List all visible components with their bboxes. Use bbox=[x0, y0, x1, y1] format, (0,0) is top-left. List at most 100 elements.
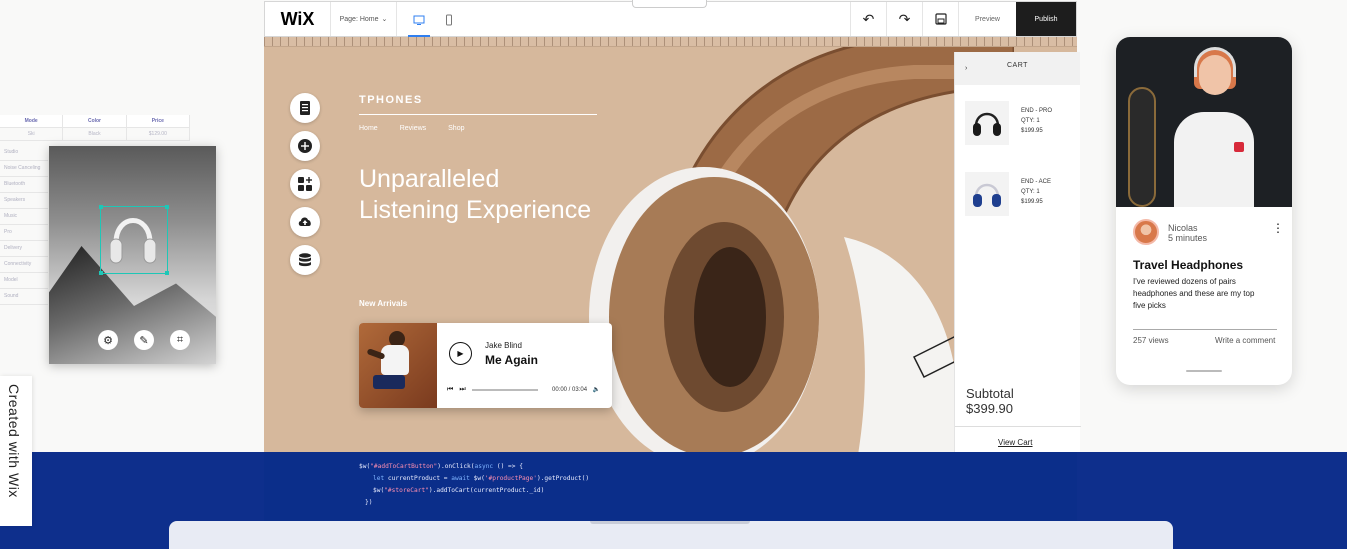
selection-handle[interactable] bbox=[99, 271, 103, 275]
upload-button[interactable] bbox=[290, 207, 320, 237]
crop-icon[interactable]: ⌗ bbox=[170, 330, 190, 350]
previous-icon[interactable]: ⏮ bbox=[447, 386, 453, 394]
person-shirt bbox=[1174, 112, 1254, 207]
spec-side-item: Pro bbox=[0, 225, 48, 241]
write-comment-link[interactable]: Write a comment bbox=[1215, 336, 1275, 345]
code-token: currentProduct = bbox=[384, 475, 452, 482]
spec-side-item: Sound bbox=[0, 289, 48, 305]
spec-side-item: Model bbox=[0, 273, 48, 289]
artist-name: Jake Blind bbox=[485, 341, 522, 350]
spec-header-cell: Mode bbox=[0, 115, 64, 127]
large-headphones-image bbox=[589, 47, 1014, 452]
spec-table: Mode Color Price Ski Black $129.00 bbox=[0, 115, 190, 141]
database-button[interactable] bbox=[290, 245, 320, 275]
desktop-view-icon[interactable] bbox=[408, 13, 430, 37]
view-cart-link[interactable]: View Cart bbox=[998, 438, 1033, 447]
selection-handle[interactable] bbox=[165, 271, 169, 275]
gear-icon[interactable]: ⚙ bbox=[98, 330, 118, 350]
more-options-icon[interactable]: ⋮ bbox=[1272, 221, 1284, 235]
undo-icon: ↶ bbox=[862, 10, 875, 27]
publish-button[interactable]: Publish bbox=[1016, 2, 1076, 36]
undo-button[interactable]: ↶ bbox=[850, 2, 886, 36]
runner-shorts bbox=[373, 375, 405, 389]
created-with-wix-tab[interactable]: Created with Wix bbox=[0, 376, 32, 526]
cart-header: › CART bbox=[955, 52, 1080, 85]
track-time-label: 00:00 / 03:04 bbox=[552, 387, 588, 393]
code-line: $w("#storeCart").addToCart(currentProduc… bbox=[359, 485, 1077, 497]
pen-icon[interactable]: ✎ bbox=[134, 330, 154, 350]
cart-item-thumbnail bbox=[965, 101, 1009, 145]
site-brand[interactable]: TPHONES bbox=[359, 94, 423, 106]
code-token: ).getProduct() bbox=[536, 475, 590, 482]
next-icon[interactable]: ⏭ bbox=[459, 386, 465, 394]
black-headphones-icon bbox=[973, 112, 1001, 136]
mobile-view-icon[interactable] bbox=[443, 13, 455, 26]
cart-divider bbox=[955, 426, 1081, 427]
spec-table-row: Ski Black $129.00 bbox=[0, 128, 190, 141]
spec-side-item: Connectivity bbox=[0, 257, 48, 273]
created-with-wix-label: Created with Wix bbox=[6, 384, 22, 498]
selection-handle[interactable] bbox=[99, 205, 103, 209]
pages-icon bbox=[300, 101, 310, 115]
player-controls: ⏮ ⏭ bbox=[447, 386, 538, 394]
cart-panel: › CART END - PRO QTY: 1 $199.95 END - AC… bbox=[954, 52, 1081, 452]
editor-bar-handle[interactable] bbox=[632, 0, 707, 8]
code-token: "#storeCart" bbox=[384, 487, 429, 494]
ruler bbox=[264, 37, 1077, 47]
spec-side-item: Music bbox=[0, 209, 48, 225]
spec-side-item: Noise Canceling bbox=[0, 161, 48, 177]
brand-divider bbox=[359, 114, 597, 115]
spec-side-list: Studio Noise Canceling Bluetooth Speaker… bbox=[0, 145, 48, 305]
runner-photo bbox=[359, 323, 437, 408]
pages-button[interactable] bbox=[290, 93, 320, 123]
cart-item[interactable]: END - PRO QTY: 1 $199.95 bbox=[965, 101, 1075, 149]
volume-icon[interactable]: 🔈 bbox=[593, 387, 600, 393]
avatar[interactable] bbox=[1133, 219, 1159, 245]
spec-cell: $129.00 bbox=[127, 128, 190, 140]
save-button[interactable] bbox=[922, 2, 958, 36]
author-name[interactable]: Nicolas bbox=[1168, 223, 1207, 233]
hero-line-2: Listening Experience bbox=[359, 196, 592, 224]
selection-handle[interactable] bbox=[165, 205, 169, 209]
cart-title: CART bbox=[1007, 62, 1028, 69]
editor-tool-panel bbox=[290, 93, 320, 275]
selection-box[interactable] bbox=[99, 205, 169, 275]
chevron-right-icon[interactable]: › bbox=[965, 65, 967, 72]
hero-line-1: Unparalleled bbox=[359, 165, 500, 193]
spec-header-cell: Price bbox=[126, 115, 190, 127]
add-button[interactable] bbox=[290, 131, 320, 161]
post-title[interactable]: Travel Headphones bbox=[1133, 258, 1243, 272]
runner-body bbox=[381, 345, 409, 375]
code-line: }) bbox=[365, 499, 373, 506]
apps-button[interactable] bbox=[290, 169, 320, 199]
wix-logo: WiX bbox=[265, 2, 331, 36]
blue-headphones-icon bbox=[973, 183, 1001, 207]
code-snippet: $w("#addToCartButton").onClick(async () … bbox=[264, 452, 1077, 521]
cart-item-info: END - ACE QTY: 1 $199.95 bbox=[1021, 177, 1051, 207]
cart-item-thumbnail bbox=[965, 172, 1009, 216]
nav-reviews[interactable]: Reviews bbox=[400, 125, 426, 132]
code-token: let bbox=[373, 475, 385, 482]
code-line: let currentProduct = await $w('#productP… bbox=[359, 473, 1077, 485]
post-divider bbox=[1133, 329, 1277, 330]
progress-bar[interactable] bbox=[471, 389, 538, 391]
spec-side-item: Bluetooth bbox=[0, 177, 48, 193]
view-count: 257 views bbox=[1133, 336, 1169, 345]
code-token: $w( bbox=[373, 487, 385, 494]
laptop-notch bbox=[590, 521, 750, 524]
nav-home[interactable]: Home bbox=[359, 125, 378, 132]
blog-photo bbox=[1116, 37, 1292, 207]
redo-icon: ↷ bbox=[898, 10, 911, 27]
cart-item-price: $199.95 bbox=[1021, 199, 1043, 205]
play-button[interactable]: ▶ bbox=[449, 342, 472, 365]
cart-item[interactable]: END - ACE QTY: 1 $199.95 bbox=[965, 172, 1075, 220]
post-author: Nicolas 5 minutes bbox=[1168, 223, 1207, 243]
page-selector[interactable]: Page: Home ⌄ bbox=[331, 2, 397, 36]
redo-button[interactable]: ↷ bbox=[886, 2, 922, 36]
cart-subtotal: Subtotal $399.90 bbox=[966, 386, 1014, 416]
nav-shop[interactable]: Shop bbox=[448, 125, 464, 132]
post-excerpt: I've reviewed dozens of pairs headphones… bbox=[1133, 277, 1255, 310]
cart-item-qty: QTY: 1 bbox=[1021, 189, 1040, 195]
preview-button[interactable]: Preview bbox=[958, 2, 1016, 36]
code-token: () => { bbox=[493, 463, 523, 470]
